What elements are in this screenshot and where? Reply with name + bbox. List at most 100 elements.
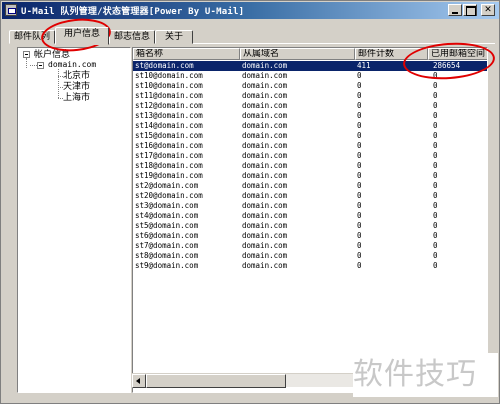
cell-mail-count: 0 — [357, 121, 362, 130]
column-header-mailbox[interactable]: 箱名称 — [133, 48, 240, 60]
tree-node-city[interactable]: 北京市 — [63, 71, 90, 81]
tree-node-city[interactable]: 上海市 — [63, 93, 90, 103]
cell-mail-count: 0 — [357, 71, 362, 80]
cell-mail-count: 0 — [357, 201, 362, 210]
table-row[interactable]: st15@domain.com domain.com 0 0 — [133, 131, 487, 141]
cell-mail-count: 0 — [357, 171, 362, 180]
table-row[interactable]: st19@domain.com domain.com 0 0 — [133, 171, 487, 181]
collapse-toggle-icon[interactable] — [37, 62, 44, 69]
cell-used-space: 0 — [433, 211, 438, 220]
cell-domain: domain.com — [242, 71, 288, 80]
cell-used-space: 0 — [433, 131, 438, 140]
table-row[interactable]: st17@domain.com domain.com 0 0 — [133, 151, 487, 161]
tree-node-accounts[interactable]: 帐户信息 — [34, 50, 70, 60]
cell-mailbox: st15@domain.com — [135, 131, 203, 140]
cell-used-space: 0 — [433, 241, 438, 250]
cell-domain: domain.com — [242, 191, 288, 200]
cell-mailbox: st3@domain.com — [135, 201, 199, 210]
app-icon[interactable] — [5, 4, 17, 16]
cell-mail-count: 0 — [357, 81, 362, 90]
table-row[interactable]: st16@domain.com domain.com 0 0 — [133, 141, 487, 151]
window-title: U-Mail 队列管理/状态管理器[Power By U-Mail] — [21, 7, 245, 17]
table-row[interactable]: st11@domain.com domain.com 0 0 — [133, 91, 487, 101]
table-row[interactable]: st12@domain.com domain.com 0 0 — [133, 101, 487, 111]
cell-used-space: 0 — [433, 251, 438, 260]
cell-mailbox: st10@domain.com — [135, 81, 203, 90]
cell-mail-count: 0 — [357, 91, 362, 100]
account-tree[interactable]: 帐户信息 domain.com 北京市 天津市 上海市 — [17, 47, 131, 393]
cell-mailbox: st2@domain.com — [135, 181, 199, 190]
maximize-button[interactable] — [463, 4, 477, 16]
cell-mailbox: st16@domain.com — [135, 141, 203, 150]
table-row[interactable]: st9@domain.com domain.com 0 0 — [133, 261, 487, 271]
cell-used-space: 0 — [433, 91, 438, 100]
table-row[interactable]: st6@domain.com domain.com 0 0 — [133, 231, 487, 241]
cell-domain: domain.com — [242, 231, 288, 240]
cell-mail-count: 0 — [357, 241, 362, 250]
tab-user-info[interactable]: 用户信息 — [55, 27, 109, 45]
table-row[interactable]: st8@domain.com domain.com 0 0 — [133, 251, 487, 261]
cell-used-space: 0 — [433, 201, 438, 210]
mailbox-list[interactable]: 箱名称 从属域名 邮件计数 已用邮箱空间 st@domain.com domain… — [132, 47, 488, 393]
cell-mailbox: st19@domain.com — [135, 171, 203, 180]
table-row[interactable]: st13@domain.com domain.com 0 0 — [133, 111, 487, 121]
cell-mail-count: 0 — [357, 111, 362, 120]
cell-mailbox: st18@domain.com — [135, 161, 203, 170]
cell-mail-count: 0 — [357, 251, 362, 260]
close-button[interactable]: ✕ — [481, 4, 495, 16]
tree-line — [58, 69, 59, 98]
scroll-left-icon[interactable] — [132, 374, 146, 388]
cell-mailbox: st12@domain.com — [135, 101, 203, 110]
column-header-mail-count[interactable]: 邮件计数 — [355, 48, 428, 60]
cell-mailbox: st10@domain.com — [135, 71, 203, 80]
scroll-thumb[interactable] — [146, 374, 286, 388]
cell-used-space: 0 — [433, 151, 438, 160]
cell-domain: domain.com — [242, 171, 288, 180]
cell-domain: domain.com — [242, 111, 288, 120]
tree-node-city[interactable]: 天津市 — [63, 82, 90, 92]
table-row[interactable]: st2@domain.com domain.com 0 0 — [133, 181, 487, 191]
tab-about[interactable]: 关于 — [155, 30, 193, 44]
cell-used-space: 0 — [433, 121, 438, 130]
cell-mailbox: st20@domain.com — [135, 191, 203, 200]
tree-line — [30, 65, 37, 66]
cell-mail-count: 0 — [357, 101, 362, 110]
cell-mail-count: 0 — [357, 151, 362, 160]
table-row[interactable]: st10@domain.com domain.com 0 0 — [133, 71, 487, 81]
cell-domain: domain.com — [242, 201, 288, 210]
cell-domain: domain.com — [242, 261, 288, 270]
cell-used-space: 0 — [433, 141, 438, 150]
tab-mail-queue[interactable]: 邮件队列 — [9, 30, 55, 44]
minimize-button[interactable] — [448, 4, 462, 16]
table-row[interactable]: st14@domain.com domain.com 0 0 — [133, 121, 487, 131]
cell-mailbox: st4@domain.com — [135, 211, 199, 220]
table-row[interactable]: st3@domain.com domain.com 0 0 — [133, 201, 487, 211]
cell-mail-count: 0 — [357, 191, 362, 200]
cell-mail-count: 0 — [357, 181, 362, 190]
collapse-toggle-icon[interactable] — [23, 51, 30, 58]
cell-used-space: 0 — [433, 181, 438, 190]
column-header-used-space[interactable]: 已用邮箱空间 — [428, 48, 487, 60]
cell-domain: domain.com — [242, 81, 288, 90]
tree-node-domain[interactable]: domain.com — [48, 60, 96, 70]
cell-mail-count: 0 — [357, 161, 362, 170]
cell-mailbox: st7@domain.com — [135, 241, 199, 250]
cell-domain: domain.com — [242, 221, 288, 230]
title-bar[interactable]: U-Mail 队列管理/状态管理器[Power By U-Mail] ✕ — [2, 2, 499, 19]
cell-used-space: 0 — [433, 111, 438, 120]
table-row[interactable]: st7@domain.com domain.com 0 0 — [133, 241, 487, 251]
cell-used-space: 0 — [433, 101, 438, 110]
cell-mail-count: 0 — [357, 231, 362, 240]
tab-log-info[interactable]: 邮志信息 — [109, 30, 155, 44]
cell-mailbox: st6@domain.com — [135, 231, 199, 240]
table-row[interactable]: st@domain.com domain.com 411 286654 — [133, 61, 487, 71]
table-row[interactable]: st10@domain.com domain.com 0 0 — [133, 81, 487, 91]
cell-domain: domain.com — [242, 121, 288, 130]
table-row[interactable]: st4@domain.com domain.com 0 0 — [133, 211, 487, 221]
cell-mailbox: st5@domain.com — [135, 221, 199, 230]
app-window: U-Mail 队列管理/状态管理器[Power By U-Mail] ✕ 邮件队… — [0, 0, 500, 404]
table-row[interactable]: st18@domain.com domain.com 0 0 — [133, 161, 487, 171]
table-row[interactable]: st20@domain.com domain.com 0 0 — [133, 191, 487, 201]
table-row[interactable]: st5@domain.com domain.com 0 0 — [133, 221, 487, 231]
column-header-domain[interactable]: 从属域名 — [240, 48, 355, 60]
